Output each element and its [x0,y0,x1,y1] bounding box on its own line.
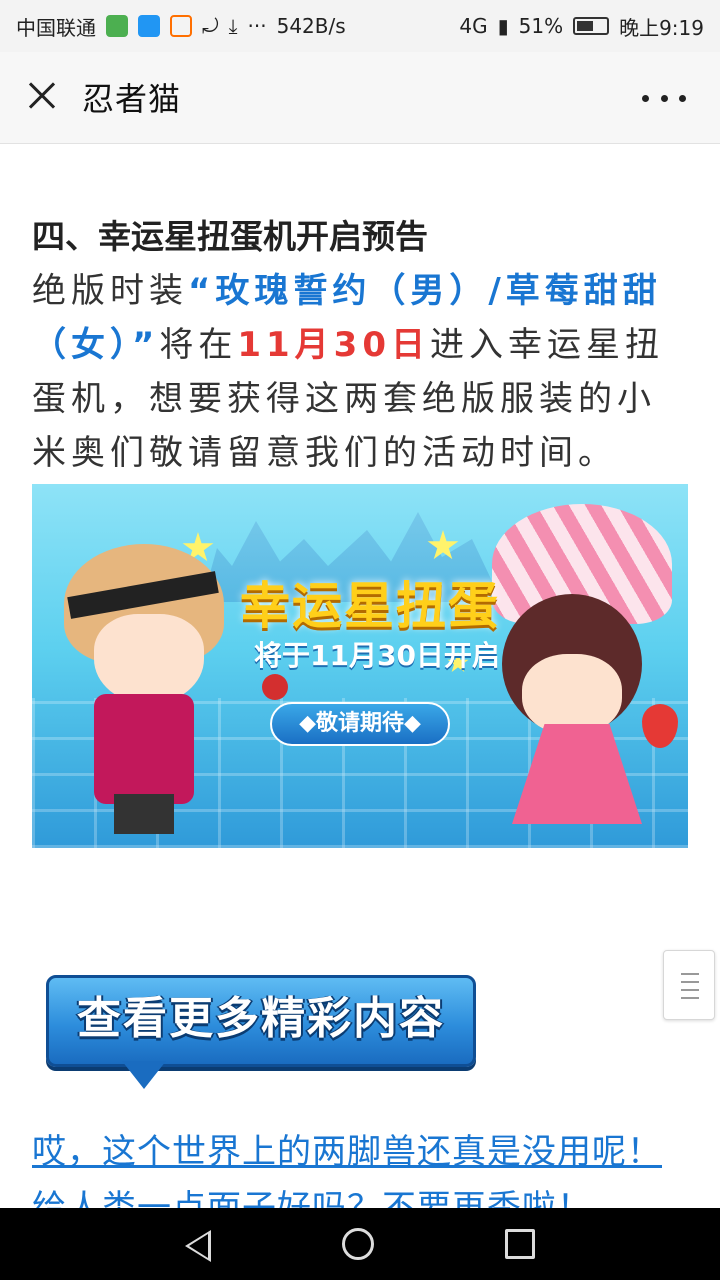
clock: 晚上9:19 [619,15,704,40]
banner-tagline: ◆敬请期待◆ [270,702,450,746]
view-more-button[interactable]: 查看更多精彩内容 [46,975,476,1089]
battery-icon [573,17,610,35]
nav-bar: 忍者猫 [0,52,720,144]
banner-title: 幸运星扭蛋 [240,577,500,635]
boy-character [54,544,244,834]
paragraph-text: 绝版时装 [32,271,188,311]
app-icon-100 [170,15,192,37]
signal-type: 4G [459,14,488,38]
home-icon[interactable] [342,1228,374,1260]
status-bar: 中国联通 ⤾ ⤓ ··· 542B/s 4G ▮ 51% 晚上9:19 [0,0,720,52]
article-body: 四、幸运星扭蛋机开启预告 绝版时装“玫瑰誓约（男）/草莓甜甜（女）”将在11月3… [32,210,688,480]
banner-subtitle: 将于11月30日开启 [254,639,500,672]
article-paragraph: 绝版时装“玫瑰誓约（男）/草莓甜甜（女）”将在11月30日进入幸运星扭蛋机，想要… [32,264,688,480]
missed-call-icon: ⤾ [202,14,219,38]
section-heading: 四、幸运星扭蛋机开启预告 [32,217,428,256]
battery-percent: 51% [518,14,564,38]
app-icon-blue [138,15,160,37]
article-link[interactable]: 哎，这个世界上的两脚兽还真是没用呢！ [32,1124,662,1173]
close-icon[interactable] [22,76,62,116]
recent-apps-icon[interactable] [505,1229,535,1259]
more-menu-icon[interactable] [642,86,686,110]
app-icon-green [106,15,128,37]
signal-icon: ▮ [497,14,509,38]
event-banner-image[interactable]: 幸运星扭蛋 将于11月30日开启 ◆敬请期待◆ [32,484,688,848]
girl-character [472,504,682,834]
view-more-label: 查看更多精彩内容 [77,993,445,1044]
rose-icon [262,674,288,700]
scroll-handle[interactable] [663,950,715,1020]
more-notifications: ··· [247,14,267,38]
network-speed: 542B/s [276,14,346,38]
carrier-label: 中国联通 [16,15,96,40]
system-nav-bar [0,1208,720,1280]
back-icon[interactable] [185,1230,211,1262]
paragraph-text: 将在 [159,325,238,365]
page-title: 忍者猫 [82,80,182,118]
event-date: 11月30日 [237,325,430,365]
download-icon: ⤓ [228,14,238,38]
